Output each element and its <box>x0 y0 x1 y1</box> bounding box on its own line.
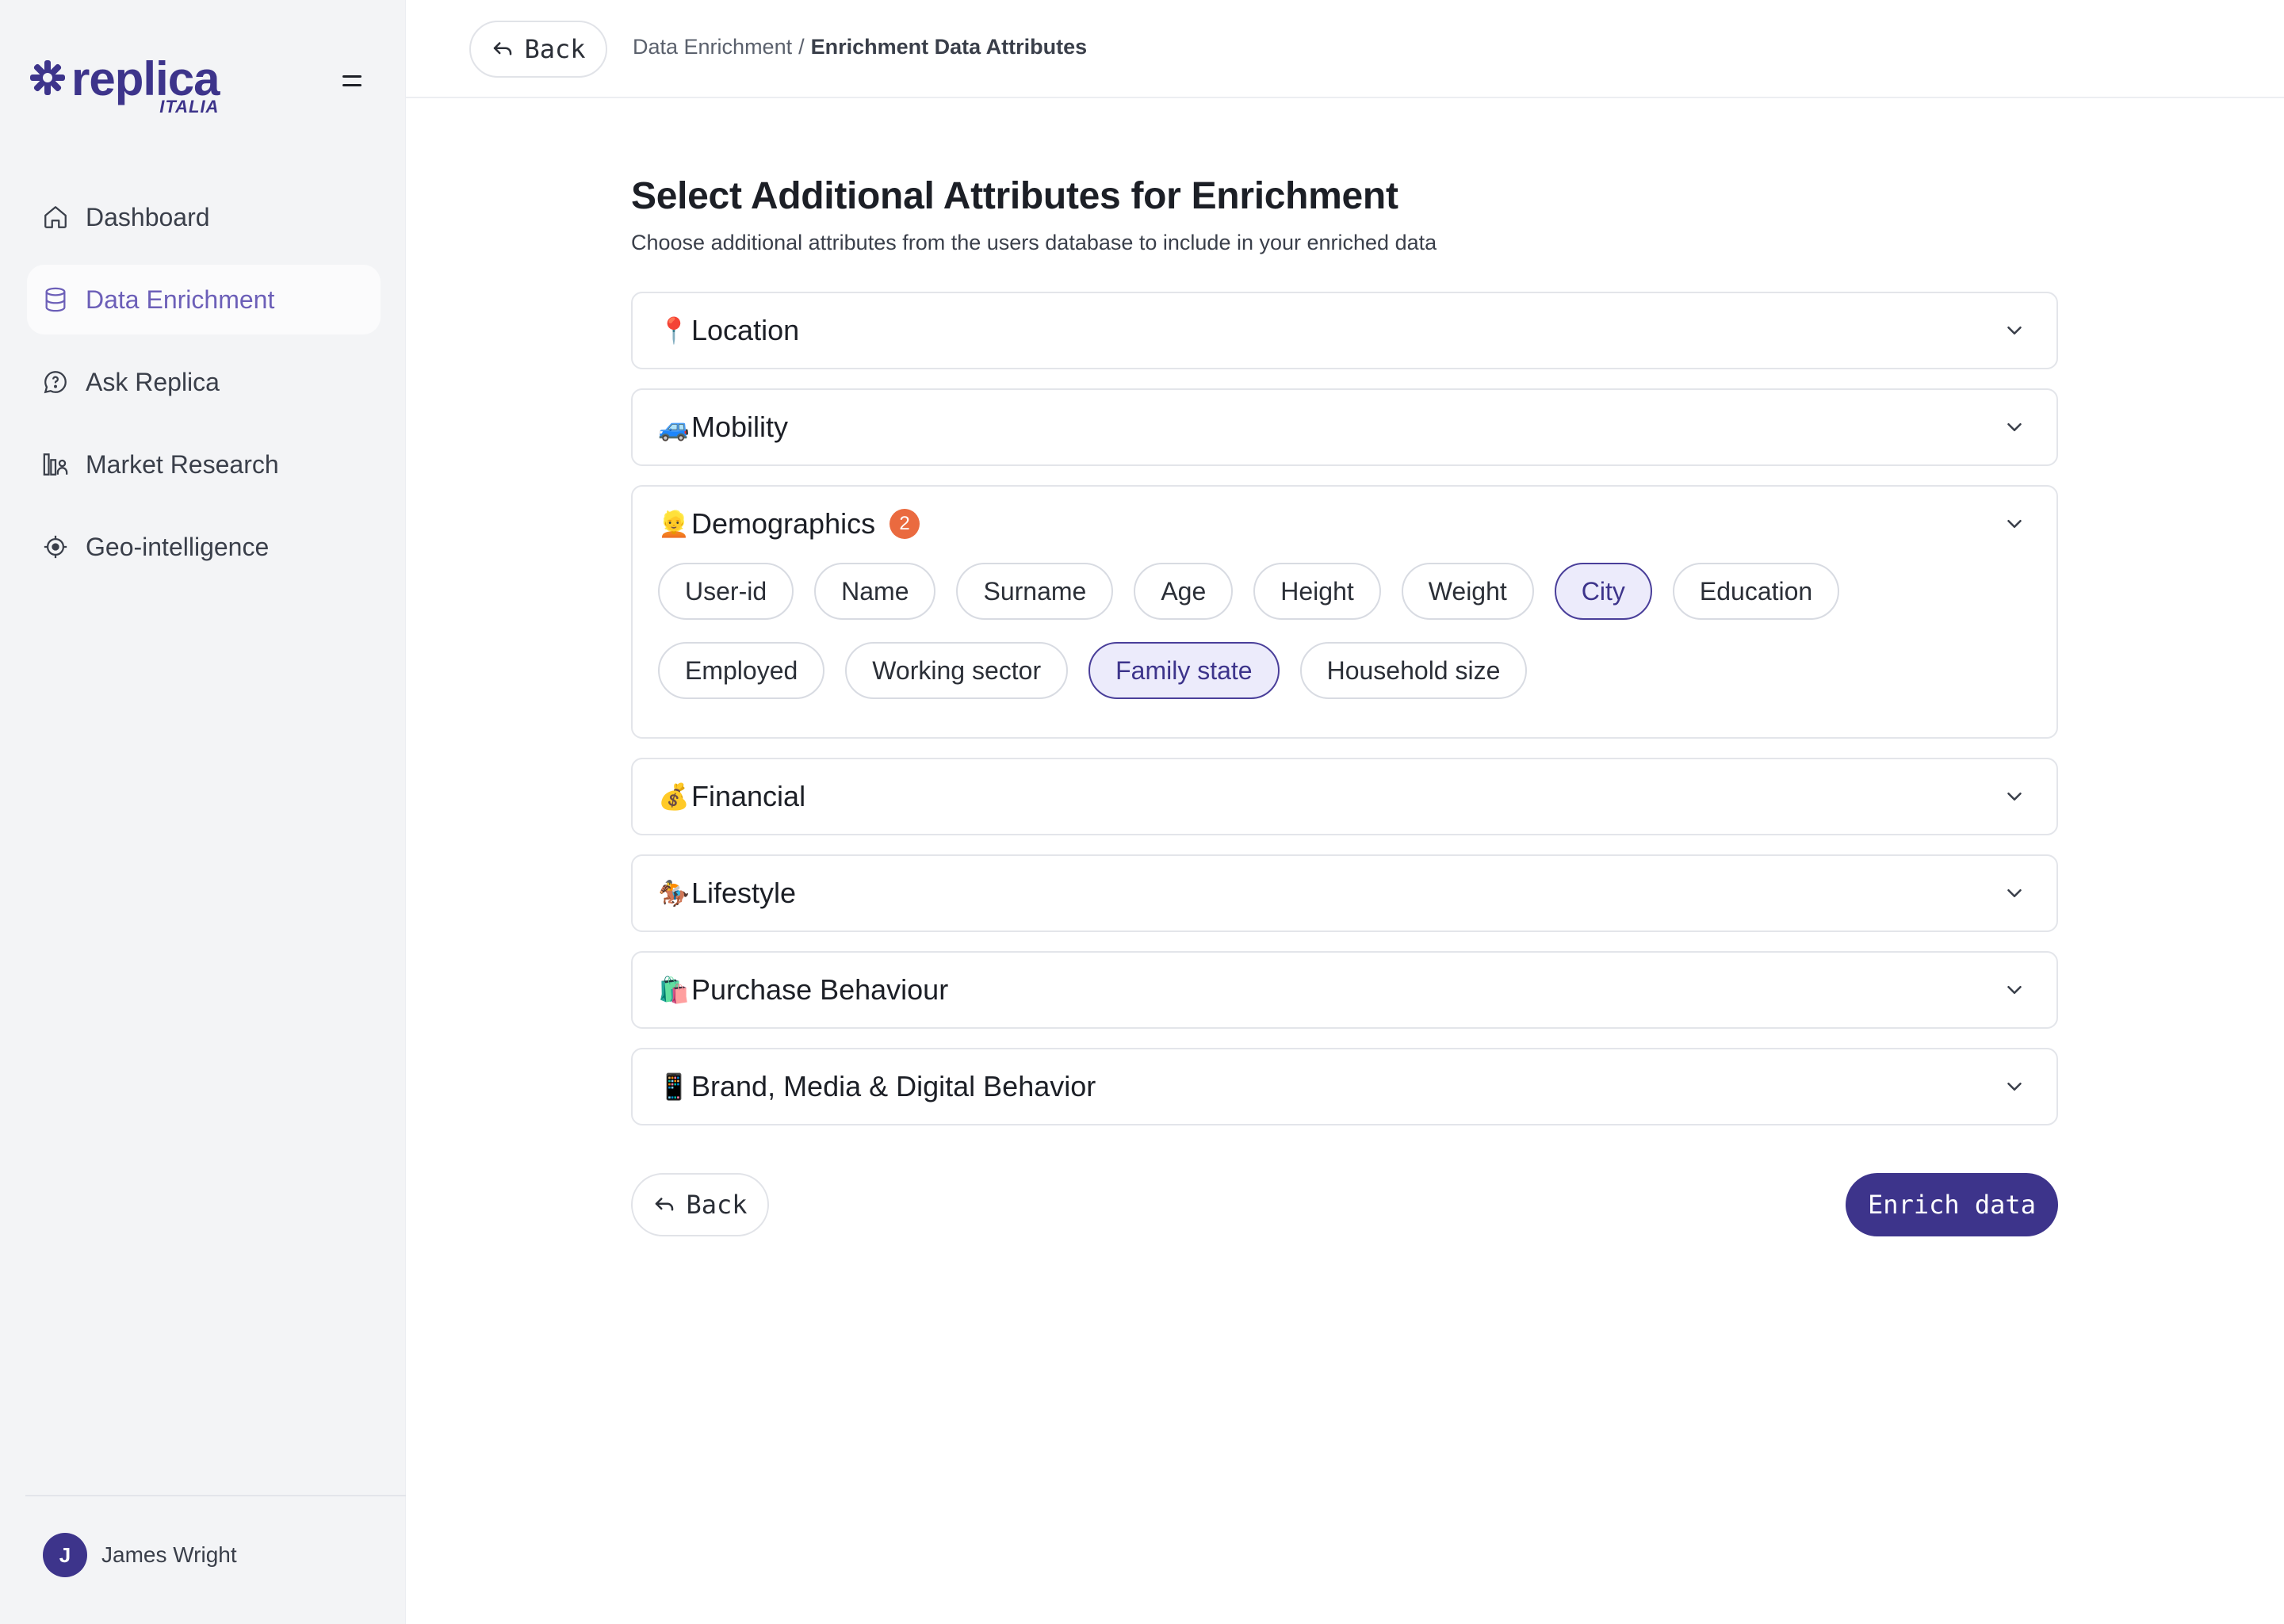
section-location: 📍 Location <box>631 292 2058 369</box>
section-lifestyle-header[interactable]: 🏇 Lifestyle <box>633 856 2056 930</box>
section-brand-media-digital-header[interactable]: 📱 Brand, Media & Digital Behavior <box>633 1049 2056 1124</box>
chevron-down-icon <box>2007 520 2022 528</box>
logo-mark-icon <box>30 60 65 95</box>
section-location-header[interactable]: 📍 Location <box>633 293 2056 368</box>
home-icon <box>41 203 70 231</box>
section-title: Location <box>691 314 800 346</box>
chevron-down-icon <box>2007 423 2022 431</box>
section-brand-media-digital: 📱 Brand, Media & Digital Behavior <box>631 1048 2058 1125</box>
form-actions: Back Enrich data <box>631 1173 2058 1236</box>
section-title: Financial <box>691 780 806 812</box>
chip-surname[interactable]: Surname <box>956 563 1114 620</box>
sidebar-item-label: Dashboard <box>86 202 210 231</box>
chip-city[interactable]: City <box>1554 563 1652 620</box>
section-demographics-header[interactable]: 👱 Demographics 2 <box>633 487 2056 561</box>
sidebar-item-data-enrichment[interactable]: Data Enrichment <box>27 265 381 334</box>
back-label: Back <box>524 34 586 64</box>
chip-name[interactable]: Name <box>814 563 936 620</box>
selected-count-badge: 2 <box>889 509 920 539</box>
breadcrumb: Data Enrichment / Enrichment Data Attribut… <box>633 35 1087 59</box>
section-financial-header[interactable]: 💰 Financial <box>633 759 2056 834</box>
section-mobility: 🚙 Mobility <box>631 388 2058 466</box>
chevron-down-icon <box>2007 327 2022 334</box>
chip-user-id[interactable]: User-id <box>658 563 794 620</box>
main-content: Select Additional Attributes for Enrichm… <box>631 174 2058 1236</box>
crosshair-icon <box>41 533 70 561</box>
attribute-accordion: 📍 Location 🚙 Mobility 👱 Demographics 2 U… <box>631 292 2058 1125</box>
brand-logo[interactable]: replica ITALIA <box>29 52 220 119</box>
chip-household-size[interactable]: Household size <box>1299 642 1528 699</box>
sidebar-item-label: Ask Replica <box>86 367 220 396</box>
sidebar-item-market-research[interactable]: Market Research <box>27 430 381 499</box>
brand-name: replica <box>71 52 220 105</box>
section-lifestyle: 🏇 Lifestyle <box>631 854 2058 932</box>
avatar: J <box>43 1533 87 1577</box>
sidebar-nav: Dashboard Data Enrichment Ask Replica Ma… <box>27 182 381 594</box>
breadcrumb-parent[interactable]: Data Enrichment <box>633 35 792 59</box>
section-purchase-behaviour-header[interactable]: 🛍️ Purchase Behaviour <box>633 953 2056 1027</box>
section-mobility-header[interactable]: 🚙 Mobility <box>633 390 2056 464</box>
section-financial: 💰 Financial <box>631 758 2058 835</box>
menu-icon-bar <box>342 84 362 86</box>
chip-family-state[interactable]: Family state <box>1088 642 1280 699</box>
section-title: Mobility <box>691 411 789 443</box>
page-title: Select Additional Attributes for Enrichm… <box>631 175 1398 217</box>
user-profile[interactable]: J James Wright <box>43 1533 237 1577</box>
section-title: Brand, Media & Digital Behavior <box>691 1070 1096 1102</box>
section-demographics: 👱 Demographics 2 User-id Name Surname Ag… <box>631 485 2058 739</box>
top-bar: Back Data Enrichment / Enrichment Data Att… <box>406 0 2284 98</box>
chevron-down-icon <box>2007 986 2022 994</box>
section-title: Lifestyle <box>691 877 797 909</box>
menu-toggle-button[interactable] <box>336 68 368 94</box>
back-label: Back <box>686 1190 748 1220</box>
sidebar-item-label: Market Research <box>86 449 279 479</box>
car-icon: 🚙 <box>658 412 690 442</box>
sidebar-item-dashboard[interactable]: Dashboard <box>27 182 381 252</box>
chip-height[interactable]: Height <box>1253 563 1381 620</box>
sidebar-item-label: Geo-intelligence <box>86 532 270 561</box>
section-title: Purchase Behaviour <box>691 973 949 1006</box>
user-name: James Wright <box>101 1542 237 1567</box>
brand-sub: ITALIA <box>159 97 220 117</box>
chevron-down-icon <box>2007 793 2022 801</box>
section-purchase-behaviour: 🛍️ Purchase Behaviour <box>631 951 2058 1029</box>
person-icon: 👱 <box>658 509 690 539</box>
chart-user-icon <box>41 450 70 479</box>
page-subtitle: Choose additional attributes from the us… <box>631 231 1437 254</box>
chip-employed[interactable]: Employed <box>658 642 825 699</box>
enrich-data-button[interactable]: Enrich data <box>1846 1173 2058 1236</box>
section-title: Demographics <box>691 507 876 540</box>
sidebar-item-ask-replica[interactable]: Ask Replica <box>27 347 381 417</box>
mobile-phone-icon: 📱 <box>658 1072 690 1102</box>
money-bag-icon: 💰 <box>658 781 690 812</box>
chip-age[interactable]: Age <box>1134 563 1234 620</box>
sidebar-item-label: Data Enrichment <box>86 285 275 314</box>
back-arrow-icon <box>494 42 512 55</box>
back-button-top[interactable]: Back <box>469 21 607 78</box>
breadcrumb-current: Enrichment Data Attributes <box>810 35 1088 59</box>
back-button[interactable]: Back <box>631 1173 769 1236</box>
chevron-down-icon <box>2007 889 2022 897</box>
horse-racing-icon: 🏇 <box>658 878 690 908</box>
location-pin-icon: 📍 <box>658 315 690 346</box>
database-icon <box>41 285 70 314</box>
chip-working-sector[interactable]: Working sector <box>845 642 1069 699</box>
demographics-chip-group: User-id Name Surname Age Height Weight C… <box>633 561 1901 737</box>
sidebar-divider <box>25 1495 406 1496</box>
shopping-bags-icon: 🛍️ <box>658 975 690 1005</box>
sidebar: replica ITALIA Dashboard Data Enrichment <box>0 0 406 1624</box>
breadcrumb-separator: / <box>798 35 805 59</box>
back-arrow-icon <box>656 1198 674 1211</box>
chat-icon <box>41 368 70 396</box>
menu-icon-bar <box>342 75 362 78</box>
sidebar-item-geo-intelligence[interactable]: Geo-intelligence <box>27 512 381 582</box>
chip-education[interactable]: Education <box>1672 563 1840 620</box>
chip-weight[interactable]: Weight <box>1401 563 1534 620</box>
chevron-down-icon <box>2007 1083 2022 1091</box>
